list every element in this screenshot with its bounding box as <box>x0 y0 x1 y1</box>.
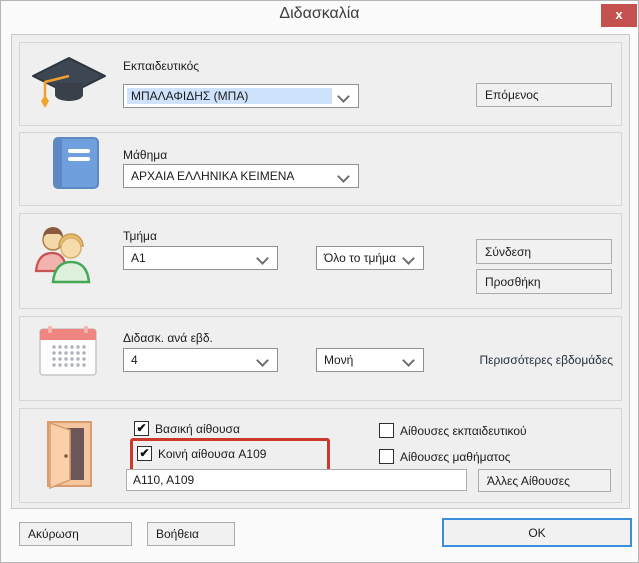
teacher-select[interactable]: ΜΠΑΛΑΦΙΔΗΣ (ΜΠΑ) <box>123 84 359 108</box>
periods-selected-value: 4 <box>127 352 251 368</box>
dialog-title: Διδασκαλία <box>1 5 638 23</box>
title-bar: Διδασκαλία x <box>1 1 638 34</box>
connect-button[interactable]: Σύνδεση <box>476 239 612 264</box>
other-rooms-button[interactable]: Άλλες Αίθουσες <box>478 469 611 492</box>
subject-rooms-label: Αίθουσες μαθήματος <box>400 450 511 464</box>
ok-button-label: OK <box>528 526 545 540</box>
week-parity-select[interactable]: Μονή <box>316 348 424 372</box>
checkbox-unchecked <box>379 423 394 438</box>
class-select[interactable]: A1 <box>123 246 278 270</box>
checkbox-checked: ✔ <box>134 421 149 436</box>
shared-room-label: Κοινή αίθουσα A109 <box>158 447 266 461</box>
chevron-down-icon <box>337 170 350 183</box>
other-rooms-button-label: Άλλες Αίθουσες <box>487 474 570 488</box>
rooms-input[interactable] <box>126 469 467 491</box>
book-icon <box>53 137 99 189</box>
add-button[interactable]: Προσθήκη <box>476 269 612 294</box>
chevron-down-icon <box>256 354 269 367</box>
subject-select[interactable]: ΑΡΧΑΙΑ ΕΛΛΗΝΙΚΑ ΚΕΙΜΕΝΑ <box>123 164 359 188</box>
close-icon: x <box>615 7 622 22</box>
class-scope-value: Όλο το τμήμα <box>320 250 397 266</box>
ok-button[interactable]: OK <box>442 518 632 547</box>
subject-rooms-checkbox[interactable]: Αίθουσες μαθήματος <box>379 449 511 464</box>
class-scope-select[interactable]: Όλο το τμήμα <box>316 246 424 270</box>
subject-selected-value: ΑΡΧΑΙΑ ΕΛΛΗΝΙΚΑ ΚΕΙΜΕΝΑ <box>127 168 332 184</box>
checkbox-checked: ✔ <box>137 446 152 461</box>
class-selected-value: A1 <box>127 250 251 266</box>
close-button[interactable]: x <box>601 4 637 27</box>
calendar-icon <box>39 325 97 377</box>
class-label: Τμήμα <box>123 229 157 243</box>
next-button[interactable]: Επόμενος <box>476 83 612 107</box>
checkbox-unchecked <box>379 449 394 464</box>
teacher-rooms-label: Αίθουσες εκπαιδευτικού <box>400 424 527 438</box>
main-room-label: Βασική αίθουσα <box>155 422 240 436</box>
periods-select[interactable]: 4 <box>123 348 278 372</box>
teaching-dialog: Διδασκαλία x Εκπαιδευτικός ΜΠΑΛΑΦΙΔΗΣ (Μ… <box>0 0 639 563</box>
chevron-down-icon <box>402 252 415 265</box>
next-button-label: Επόμενος <box>485 88 539 102</box>
week-parity-value: Μονή <box>320 352 397 368</box>
chevron-down-icon <box>402 354 415 367</box>
more-weeks-link[interactable]: Περισσότερες εβδομάδες <box>421 353 613 367</box>
teacher-rooms-checkbox[interactable]: Αίθουσες εκπαιδευτικού <box>379 423 527 438</box>
teacher-selected-value: ΜΠΑΛΑΦΙΔΗΣ (ΜΠΑ) <box>127 88 332 104</box>
help-button-label: Βοήθεια <box>156 527 199 541</box>
chevron-down-icon <box>337 90 350 103</box>
teacher-label: Εκπαιδευτικός <box>123 59 199 73</box>
door-icon <box>41 419 93 491</box>
chevron-down-icon <box>256 252 269 265</box>
students-icon <box>33 223 95 285</box>
help-button[interactable]: Βοήθεια <box>147 522 235 546</box>
main-room-checkbox[interactable]: ✔ Βασική αίθουσα <box>134 421 240 436</box>
cancel-button[interactable]: Ακύρωση <box>19 522 132 546</box>
subject-label: Μάθημα <box>123 148 167 162</box>
cancel-button-label: Ακύρωση <box>28 527 79 541</box>
add-button-label: Προσθήκη <box>485 275 541 289</box>
periods-label: Διδασκ. ανά εβδ. <box>123 331 213 345</box>
shared-room-checkbox[interactable]: ✔ Κοινή αίθουσα A109 <box>137 446 266 461</box>
graduation-cap-icon <box>31 55 107 115</box>
connect-button-label: Σύνδεση <box>485 245 531 259</box>
